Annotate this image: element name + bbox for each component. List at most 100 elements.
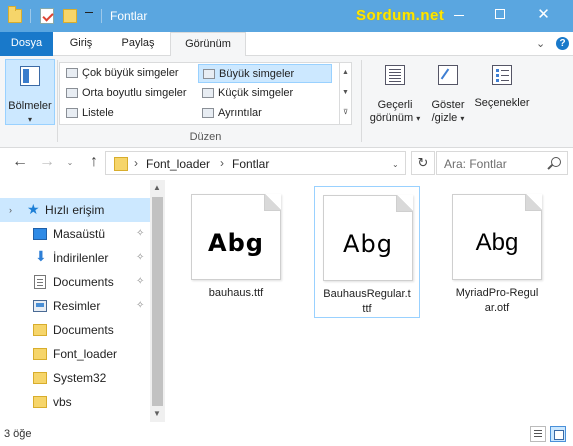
help-icon[interactable]: ?: [556, 37, 569, 50]
options-icon: [492, 65, 512, 85]
window-title: Fontlar: [110, 9, 148, 23]
font-file-icon: Abg: [323, 195, 413, 281]
close-button[interactable]: ✕: [527, 0, 560, 30]
ribbon-panel: Bölmeler ▾ Çok büyük simgeler Büyük simg…: [0, 56, 573, 148]
layout-extra-large-icons[interactable]: Çok büyük simgeler: [62, 64, 196, 83]
layout-details[interactable]: Ayrıntılar: [198, 104, 332, 123]
file-item[interactable]: Abg BauhausRegular.t ttf: [314, 186, 420, 318]
show-hide-caret-icon: ▾: [460, 114, 465, 123]
nav-item-documents-folder[interactable]: Documents: [0, 318, 150, 342]
current-view-label-2: görünüm: [369, 112, 414, 124]
scroll-down-icon[interactable]: ▼: [340, 83, 351, 103]
nav-item-label: Font_loader: [53, 347, 118, 361]
nav-item-system32[interactable]: System32: [0, 366, 150, 390]
current-view-caret-icon: ▾: [416, 114, 421, 123]
minimize-icon: [454, 15, 464, 16]
layout-large-icons[interactable]: Büyük simgeler: [198, 64, 332, 83]
expand-chevron-icon[interactable]: ›: [9, 198, 12, 222]
scroll-thumb[interactable]: [152, 197, 163, 406]
nav-item-pictures[interactable]: Resimler ✧: [0, 294, 150, 318]
breadcrumb-item[interactable]: Font_loader: [146, 157, 210, 171]
pin-icon[interactable]: ✧: [136, 294, 144, 318]
item-count: 3 öğe: [4, 428, 32, 440]
address-dropdown-icon[interactable]: ⌄: [392, 160, 399, 169]
extra-large-icons-icon: [66, 68, 78, 78]
folder-icon: [33, 396, 47, 408]
layout-scroll[interactable]: ▲ ▼ ⊽: [339, 63, 351, 124]
nav-item-font-loader[interactable]: Font_loader: [0, 342, 150, 366]
current-view-button[interactable]: Geçerli görünüm ▾: [365, 59, 425, 125]
pictures-icon: [33, 300, 47, 312]
layout-medium-icons[interactable]: Orta boyutlu simgeler: [62, 84, 196, 103]
nav-item-label: System32: [53, 371, 107, 385]
nav-item-desktop[interactable]: Masaüstü ✧: [0, 222, 150, 246]
new-folder-icon[interactable]: [63, 9, 77, 23]
nav-item-vbs[interactable]: vbs: [0, 390, 150, 414]
refresh-button[interactable]: ↻: [411, 151, 435, 175]
show-hide-button[interactable]: Göster /gizle ▾: [428, 59, 468, 125]
scroll-down-icon[interactable]: ▼: [153, 409, 161, 418]
show-hide-icon: [438, 65, 458, 85]
layout-list[interactable]: Listele: [62, 104, 196, 123]
layout-item-label: Küçük simgeler: [218, 87, 294, 99]
options-button[interactable]: Seçenekler: [472, 59, 532, 125]
large-icons-icon: [203, 69, 215, 79]
nav-item-label: Masaüstü: [53, 227, 106, 241]
tab-share[interactable]: Paylaş: [110, 32, 166, 56]
nav-pane-scrollbar[interactable]: ▲ ▼: [150, 180, 165, 422]
breadcrumb-separator-icon[interactable]: ›: [220, 156, 224, 170]
customize-quick-access-icon[interactable]: [85, 12, 95, 15]
up-arrow-icon[interactable]: ↑: [84, 153, 104, 171]
layout-small-icons[interactable]: Küçük simgeler: [198, 84, 332, 103]
nav-item-quick-access[interactable]: › ★ Hızlı erişim: [0, 198, 150, 222]
pin-icon[interactable]: ✧: [136, 270, 144, 294]
folder-icon: [33, 372, 47, 384]
layout-item-label: Çok büyük simgeler: [82, 67, 179, 79]
tab-home[interactable]: Giriş: [58, 32, 104, 56]
ribbon-expand-icon[interactable]: ⌄: [536, 37, 545, 50]
tab-view[interactable]: Görünüm: [170, 32, 246, 57]
minimize-button[interactable]: [443, 0, 476, 30]
nav-item-downloads[interactable]: ⬇ İndirilenler ✧: [0, 246, 150, 270]
star-icon: ★: [27, 201, 40, 217]
search-icon: [551, 157, 561, 167]
details-view-icon[interactable]: [530, 426, 546, 442]
title-bar: Fontlar Sordum.net ✕: [0, 0, 573, 32]
scroll-up-icon[interactable]: ▲: [340, 63, 351, 83]
search-input[interactable]: Ara: Fontlar: [436, 151, 568, 175]
nav-item-label: Resimler: [53, 299, 101, 313]
title-separator: [101, 9, 102, 23]
nav-item-label: vbs: [53, 395, 72, 409]
nav-item-label: İndirilenler: [53, 251, 109, 265]
layout-item-label: Orta boyutlu simgeler: [82, 87, 187, 99]
documents-icon: [34, 275, 46, 289]
large-icons-view-icon[interactable]: [550, 426, 566, 442]
scroll-up-icon[interactable]: ▲: [153, 183, 161, 192]
pin-icon[interactable]: ✧: [136, 222, 144, 246]
breadcrumb-separator-icon[interactable]: ›: [134, 156, 138, 170]
address-bar[interactable]: › Font_loader › Fontlar ⌄: [105, 151, 406, 175]
quick-access-separator: [30, 9, 31, 23]
back-arrow-icon[interactable]: ←: [10, 153, 30, 171]
file-item[interactable]: Abg bauhaus.ttf: [183, 186, 289, 318]
layout-item-label: Ayrıntılar: [218, 107, 262, 119]
pin-icon[interactable]: ✧: [136, 246, 144, 270]
downloads-icon: ⬇: [35, 248, 47, 264]
nav-item-documents[interactable]: Documents ✧: [0, 270, 150, 294]
details-icon: [202, 108, 214, 118]
properties-icon[interactable]: [40, 8, 54, 24]
file-item[interactable]: Abg MyriadPro-Regul ar.otf: [444, 186, 550, 318]
font-preview: Abg: [208, 229, 264, 257]
show-hide-label-1: Göster: [431, 99, 465, 111]
forward-arrow-icon[interactable]: →: [37, 153, 57, 171]
layout-group-label: Düzen: [189, 131, 222, 143]
maximize-button[interactable]: [484, 0, 517, 30]
panes-button[interactable]: Bölmeler ▾: [5, 59, 55, 125]
address-toolbar: ← → ⌄ ↑ › Font_loader › Fontlar ⌄ ↻ Ara:…: [0, 149, 573, 179]
breadcrumb-item[interactable]: Fontlar: [232, 157, 269, 171]
gallery-more-icon[interactable]: ⊽: [340, 103, 351, 123]
file-name: BauhausRegular.t ttf: [323, 288, 411, 315]
recent-locations-icon[interactable]: ⌄: [60, 158, 80, 167]
panes-caret-icon: ▾: [27, 115, 32, 124]
tab-file[interactable]: Dosya: [0, 32, 53, 56]
